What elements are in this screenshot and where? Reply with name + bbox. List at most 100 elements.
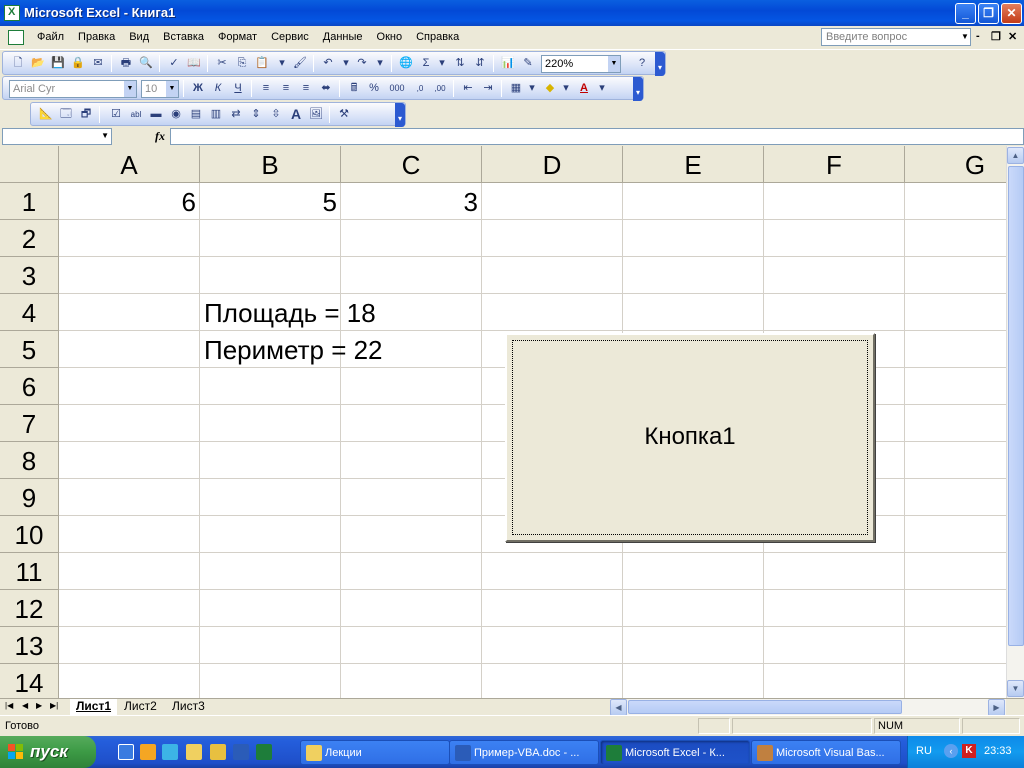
hyperlink-icon[interactable]: 🌐 (397, 55, 415, 72)
print-icon[interactable]: 🖶 (117, 55, 135, 72)
increase-indent-icon[interactable]: ⇥ (479, 80, 497, 97)
horizontal-scroll-thumb[interactable] (628, 700, 902, 714)
bold-button[interactable]: Ж (189, 80, 207, 97)
excel-icon[interactable] (256, 744, 272, 760)
format-toolbar-options-icon[interactable]: ▾ (633, 77, 643, 101)
formula-input[interactable] (170, 128, 1024, 145)
decrease-indent-icon[interactable]: ⇤ (459, 80, 477, 97)
drawing-icon[interactable]: ✎ (519, 55, 537, 72)
cell-g3[interactable] (905, 257, 1006, 294)
next-sheet-icon[interactable]: ▶ (36, 701, 42, 710)
paste-icon[interactable]: 📋 (253, 55, 271, 72)
insert-function-button[interactable]: fx (155, 129, 165, 144)
thousands-button[interactable]: 000 (385, 80, 409, 97)
vertical-scrollbar[interactable]: ▲ ▼ (1006, 146, 1024, 698)
cell-f3[interactable] (764, 257, 905, 294)
task-vba-editor[interactable]: Microsoft Visual Bas... (751, 740, 901, 765)
cell-b13[interactable] (200, 627, 341, 664)
cell-c13[interactable] (341, 627, 482, 664)
paste-dropdown-icon[interactable]: ▾ (273, 55, 291, 72)
cell-g7[interactable] (905, 405, 1006, 442)
cell-g8[interactable] (905, 442, 1006, 479)
scroll-down-icon[interactable]: ▼ (1007, 680, 1024, 697)
cell-g9[interactable] (905, 479, 1006, 516)
menu-insert[interactable]: Вставка (156, 31, 211, 43)
font-name-dropdown-icon[interactable]: ▼ (124, 81, 136, 97)
textbox-control-icon[interactable]: abl (127, 106, 145, 123)
cell-g13[interactable] (905, 627, 1006, 664)
row-header-2[interactable]: 2 (0, 220, 59, 257)
row-header-14[interactable]: 14 (0, 664, 59, 698)
first-sheet-icon[interactable]: |◀ (5, 701, 13, 710)
align-center-icon[interactable]: ≡ (277, 80, 295, 97)
cell-d12[interactable] (482, 590, 623, 627)
new-icon[interactable]: 🗋 (9, 55, 27, 72)
column-header-b[interactable]: B (200, 146, 341, 183)
font-size-dropdown-icon[interactable]: ▼ (166, 81, 178, 97)
cell-a8[interactable] (59, 442, 200, 479)
research-icon[interactable]: 📖 (185, 55, 203, 72)
email-icon[interactable]: ✉ (89, 55, 107, 72)
cell-b7[interactable] (200, 405, 341, 442)
cell-f11[interactable] (764, 553, 905, 590)
cell-b5[interactable]: Периметр = 22 (200, 331, 383, 368)
row-header-12[interactable]: 12 (0, 590, 59, 627)
design-mode-icon[interactable]: 📐 (37, 106, 55, 123)
cell-e3[interactable] (623, 257, 764, 294)
row-header-7[interactable]: 7 (0, 405, 59, 442)
start-button[interactable]: пуск (0, 736, 96, 768)
column-header-f[interactable]: F (764, 146, 905, 183)
cell-g2[interactable] (905, 220, 1006, 257)
cell-b4[interactable]: Площадь = 18 (200, 294, 376, 331)
browser-icon[interactable] (162, 744, 178, 760)
row-header-11[interactable]: 11 (0, 553, 59, 590)
option-button-control-icon[interactable]: ◉ (167, 106, 185, 123)
row-header-1[interactable]: 1 (0, 183, 59, 220)
cell-g11[interactable] (905, 553, 1006, 590)
cell-c6[interactable] (341, 368, 482, 405)
show-desktop-icon[interactable] (118, 744, 134, 760)
task-word-doc[interactable]: Пример-VBA.doc - ... (449, 740, 599, 765)
horizontal-scrollbar[interactable]: ◀ ▶ (610, 699, 1006, 716)
cell-f13[interactable] (764, 627, 905, 664)
cell-c14[interactable] (341, 664, 482, 698)
cell-a3[interactable] (59, 257, 200, 294)
menu-view[interactable]: Вид (122, 31, 156, 43)
cell-d2[interactable] (482, 220, 623, 257)
row-header-10[interactable]: 10 (0, 516, 59, 553)
task-excel[interactable]: Microsoft Excel - К... (600, 740, 750, 765)
row-header-4[interactable]: 4 (0, 294, 59, 331)
cell-a6[interactable] (59, 368, 200, 405)
cell-a5[interactable] (59, 331, 200, 368)
cell-f14[interactable] (764, 664, 905, 698)
scroll-up-icon[interactable]: ▲ (1007, 147, 1024, 164)
cell-d11[interactable] (482, 553, 623, 590)
doc-restore-button[interactable]: ❐ (991, 30, 1001, 43)
properties-icon[interactable]: 🗔 (57, 106, 75, 123)
cell-e11[interactable] (623, 553, 764, 590)
close-button[interactable]: ✕ (1001, 3, 1022, 24)
cell-b2[interactable] (200, 220, 341, 257)
prev-sheet-icon[interactable]: ◀ (22, 701, 28, 710)
open-icon[interactable]: 📂 (29, 55, 47, 72)
more-controls-icon[interactable]: ⚒ (335, 106, 353, 123)
cell-c12[interactable] (341, 590, 482, 627)
row-header-6[interactable]: 6 (0, 368, 59, 405)
cell-b14[interactable] (200, 664, 341, 698)
menu-format[interactable]: Формат (211, 31, 264, 43)
align-right-icon[interactable]: ≡ (297, 80, 315, 97)
autosum-dropdown-icon[interactable]: ▾ (433, 55, 451, 72)
print-preview-icon[interactable]: 🔍 (137, 55, 155, 72)
font-name-select[interactable]: Arial Cyr ▼ (9, 80, 137, 98)
sheet-tab-2[interactable]: Лист2 (118, 699, 163, 715)
cell-a13[interactable] (59, 627, 200, 664)
row-header-13[interactable]: 13 (0, 627, 59, 664)
doc-minimize-button[interactable]: - (976, 30, 980, 42)
controls-toolbar-options-icon[interactable]: ▾ (395, 103, 405, 127)
borders-dropdown-icon[interactable]: ▾ (523, 80, 541, 97)
cell-b8[interactable] (200, 442, 341, 479)
fill-color-dropdown-icon[interactable]: ▾ (557, 80, 575, 97)
cell-a1[interactable]: 6 (59, 183, 200, 220)
cell-g12[interactable] (905, 590, 1006, 627)
redo-dropdown-icon[interactable]: ▾ (371, 55, 389, 72)
